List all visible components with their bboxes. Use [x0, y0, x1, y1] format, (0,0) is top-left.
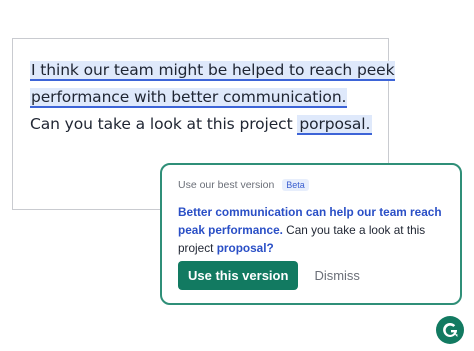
rewrite-fix: proposal? — [216, 241, 274, 255]
beta-badge: Beta — [282, 179, 309, 191]
editor-line-1: I think our team might be helped to reac… — [30, 58, 396, 83]
flagged-sentence-part-1[interactable]: I think our team might be helped to reac… — [30, 61, 396, 81]
editor-line-2: performance with better communication. — [30, 85, 380, 110]
dismiss-button[interactable]: Dismiss — [314, 268, 360, 283]
flagged-sentence-part-2[interactable]: performance with better communication. — [30, 88, 348, 108]
plain-text: Can you take a look at this project — [30, 115, 298, 133]
grammarly-logo-icon — [436, 316, 464, 344]
suggestion-actions: Use this version Dismiss — [178, 261, 360, 290]
use-this-version-button[interactable]: Use this version — [178, 261, 299, 290]
suggestion-header: Use our best version Beta — [178, 179, 309, 191]
flagged-word[interactable]: porposal. — [297, 115, 373, 135]
suggestion-text: Better communication can help our team r… — [178, 203, 444, 257]
suggestion-card: Use our best version Beta Better communi… — [160, 163, 462, 305]
app-stage: I think our team might be helped to reac… — [0, 0, 474, 351]
suggestion-caption: Use our best version — [178, 179, 275, 191]
editor-text[interactable]: I think our team might be helped to reac… — [30, 58, 396, 137]
editor-line-3: Can you take a look at this project porp… — [30, 112, 380, 137]
